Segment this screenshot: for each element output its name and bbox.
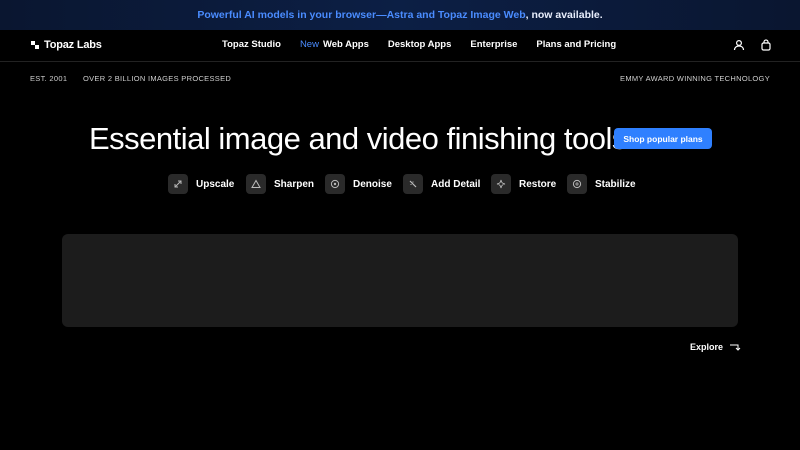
award-text: EMMY AWARD WINNING TECHNOLOGY xyxy=(620,74,770,83)
feature-label: Stabilize xyxy=(595,178,636,190)
user-icon[interactable] xyxy=(733,38,745,51)
nav-item-label: Enterprise xyxy=(470,39,518,50)
new-badge: New xyxy=(299,39,319,50)
feature-label: Upscale xyxy=(196,178,235,190)
banner-link[interactable]: Powerful AI models in your browser—Astra… xyxy=(197,9,525,21)
feature-stabilize[interactable]: Stabilize xyxy=(567,174,636,194)
explore-link[interactable]: Explore xyxy=(690,342,741,352)
stabilize-icon xyxy=(567,174,587,194)
nav-item-label: Topaz Studio xyxy=(222,39,281,50)
feature-upscale[interactable]: Upscale xyxy=(168,174,234,194)
announcement-banner[interactable]: Powerful AI models in your browser—Astra… xyxy=(0,0,800,30)
nav-item-enterprise[interactable]: Enterprise xyxy=(470,39,517,50)
triangle-icon xyxy=(246,174,266,194)
main-nav: Topaz Labs Topaz Studio New Web Apps Desk… xyxy=(0,30,800,61)
nav-links: Topaz Studio New Web Apps Desktop Apps En… xyxy=(222,39,635,50)
images-processed-text: OVER 2 BILLION IMAGES PROCESSED xyxy=(83,74,232,83)
nav-item-web-apps[interactable]: New Web Apps xyxy=(300,39,369,50)
feature-label: Sharpen xyxy=(274,178,315,190)
hero-headline: Essential image and video finishing tool… xyxy=(89,121,635,156)
nav-item-desktop-apps[interactable]: Desktop Apps xyxy=(388,39,452,50)
topaz-logo-icon xyxy=(31,41,39,49)
nav-item-topaz-studio[interactable]: Topaz Studio xyxy=(222,39,281,50)
nav-icons xyxy=(733,38,772,51)
nav-item-label: Plans and Pricing xyxy=(536,39,617,50)
feature-denoise[interactable]: Denoise xyxy=(325,174,392,194)
banner-text: , now available. xyxy=(525,9,603,21)
feature-label: Restore xyxy=(519,178,557,190)
logo-text: Topaz Labs xyxy=(44,39,102,51)
feature-label: Add Detail xyxy=(431,178,481,190)
topaz-labs-logo[interactable]: Topaz Labs xyxy=(30,39,102,51)
shop-plans-button[interactable]: Shop popular plans xyxy=(614,128,712,149)
feature-sharpen[interactable]: Sharpen xyxy=(246,174,314,194)
established-text: EST. 2001 xyxy=(30,74,68,83)
media-preview-panel xyxy=(62,234,738,327)
arrow-right-icon xyxy=(730,344,741,351)
magic-wand-icon xyxy=(403,174,423,194)
feature-label: Denoise xyxy=(353,178,392,190)
explore-label: Explore xyxy=(690,342,724,352)
circle-dot-icon xyxy=(325,174,345,194)
feature-add-detail[interactable]: Add Detail xyxy=(403,174,480,194)
shopping-bag-icon[interactable] xyxy=(760,38,772,51)
nav-item-label: Web Apps xyxy=(322,39,369,50)
nav-divider xyxy=(0,61,800,62)
nav-item-plans-pricing[interactable]: Plans and Pricing xyxy=(536,39,616,50)
expand-arrows-icon xyxy=(168,174,188,194)
feature-restore[interactable]: Restore xyxy=(491,174,556,194)
sparkle-icon xyxy=(491,174,511,194)
nav-item-label: Desktop Apps xyxy=(387,39,452,50)
